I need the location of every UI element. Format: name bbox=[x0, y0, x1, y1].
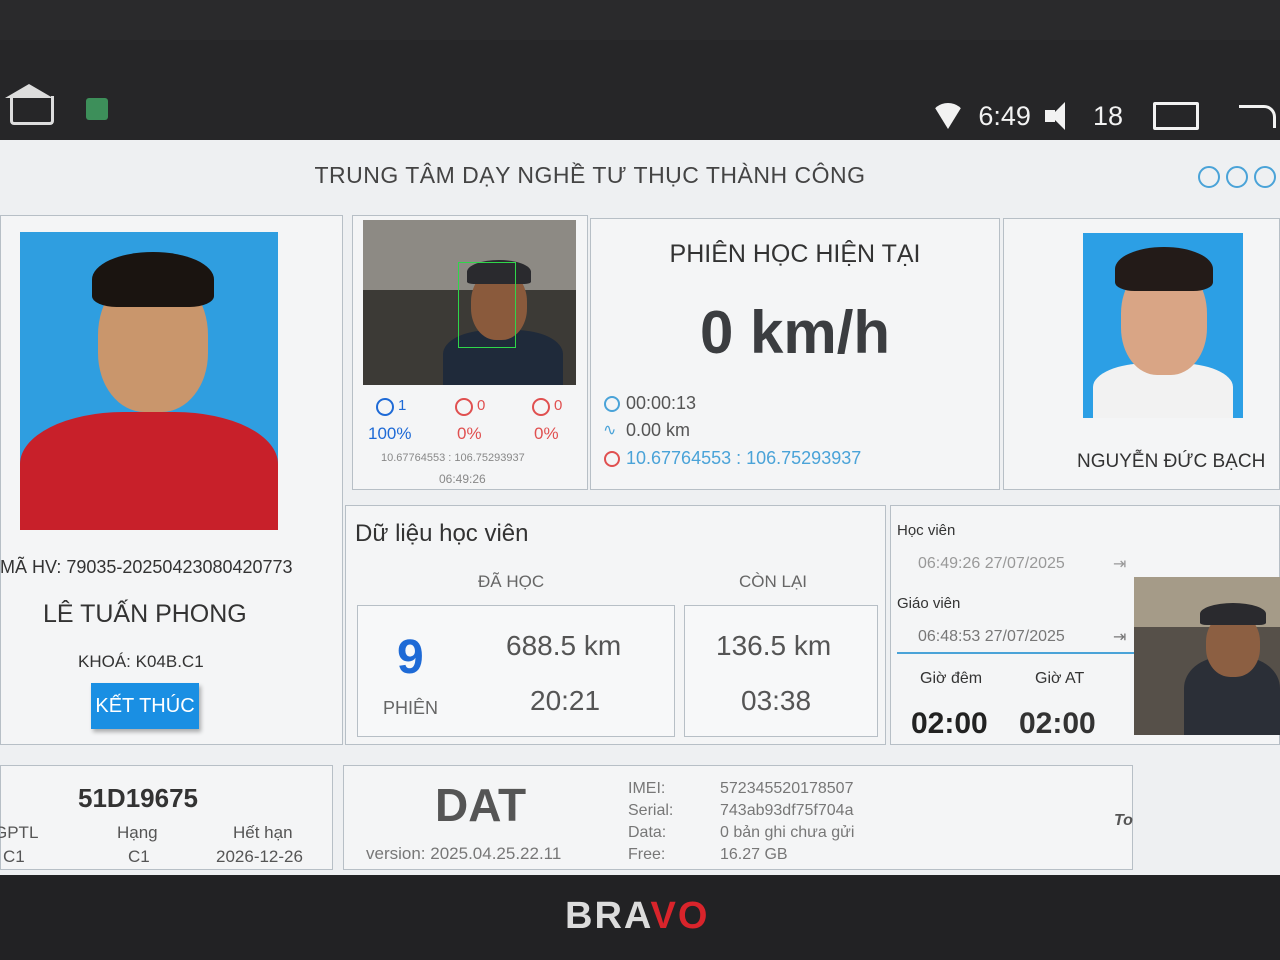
student-login-time: 06:49:26 27/07/2025 bbox=[918, 555, 1065, 572]
speed-readout: 0 km/h bbox=[699, 299, 891, 366]
error-icon bbox=[532, 398, 550, 416]
imei-label: IMEI: bbox=[628, 780, 666, 797]
neutral-face-icon bbox=[455, 398, 473, 416]
gptl-value: C1 bbox=[3, 847, 25, 866]
status-bar: 6:49 18 bbox=[0, 40, 1280, 140]
back-icon[interactable] bbox=[1239, 104, 1276, 128]
smile-icon bbox=[376, 398, 394, 416]
teacher-login-label: Giáo viên bbox=[897, 595, 961, 612]
auto-hours-value: 02:00 bbox=[1019, 707, 1096, 740]
device-brand: DAT bbox=[435, 779, 527, 831]
stat-neutral-pct: 0% bbox=[457, 424, 482, 443]
bezel-brand-logo: BRAVO bbox=[565, 895, 710, 937]
student-id: MÃ HV: 79035-20250423080420773 bbox=[0, 557, 293, 577]
session-distance: 0.00 km bbox=[626, 420, 691, 440]
volume-level: 18 bbox=[1092, 100, 1123, 131]
face-detection-box bbox=[458, 262, 516, 348]
vehicle-plate: 51D19675 bbox=[78, 783, 198, 813]
session-duration: 00:00:13 bbox=[626, 393, 697, 413]
clock-icon bbox=[604, 396, 620, 412]
gptl-label: GPTL bbox=[0, 823, 39, 842]
session-gps: 10.67764553 : 106.75293937 bbox=[626, 448, 862, 468]
night-hours-value: 02:00 bbox=[911, 707, 988, 740]
done-label: ĐÃ HỌC bbox=[478, 572, 545, 591]
imei-value: 572345520178507 bbox=[720, 780, 854, 797]
camera-coords: 10.67764553 : 106.75293937 bbox=[381, 452, 525, 464]
app-screen: TRUNG TÂM DẠY NGHỀ TƯ THỤC THÀNH CÔNG MÃ… bbox=[0, 140, 1280, 875]
status-bar-right: 6:49 18 bbox=[932, 96, 1280, 136]
camera-icon[interactable] bbox=[1254, 166, 1276, 188]
wifi-icon bbox=[932, 103, 965, 129]
remain-km: 136.5 km bbox=[716, 630, 832, 661]
header-icons bbox=[1198, 166, 1276, 188]
student-login-label: Học viên bbox=[897, 522, 956, 539]
serial-value: 743ab93df75f704a bbox=[720, 802, 854, 819]
stat-error-count: 0 bbox=[554, 397, 563, 414]
done-time: 20:21 bbox=[530, 685, 601, 716]
night-hours-label: Giờ đêm bbox=[920, 670, 983, 687]
clock: 6:49 bbox=[978, 100, 1031, 131]
data-label: Data: bbox=[628, 824, 667, 841]
teacher-logout-icon[interactable]: ⇥ bbox=[1113, 627, 1126, 647]
expiry-value: 2026-12-26 bbox=[216, 847, 303, 866]
globe-icon[interactable] bbox=[1226, 166, 1248, 188]
pip-label: To bbox=[1114, 812, 1133, 829]
done-km: 688.5 km bbox=[506, 630, 622, 661]
class-label: Hạng bbox=[117, 823, 158, 842]
device-version: version: 2025.04.25.22.11 bbox=[366, 844, 562, 863]
student-photo bbox=[20, 232, 278, 530]
logout-icon[interactable]: ⇥ bbox=[1113, 554, 1126, 574]
stat-smile-count: 1 bbox=[398, 397, 407, 414]
student-course: KHOÁ: K04B.C1 bbox=[78, 652, 204, 671]
session-count: 9 bbox=[397, 631, 424, 684]
class-value: C1 bbox=[128, 847, 150, 866]
student-name: LÊ TUẤN PHONG bbox=[43, 600, 247, 628]
page-title: TRUNG TÂM DẠY NGHỀ TƯ THỤC THÀNH CÔNG bbox=[314, 162, 866, 188]
session-title: PHIÊN HỌC HIỆN TẠI bbox=[669, 240, 921, 268]
device-bezel-top bbox=[0, 0, 1280, 40]
remain-time: 03:38 bbox=[741, 685, 812, 716]
stat-error-pct: 0% bbox=[534, 424, 559, 443]
session-count-label: PHIÊN bbox=[383, 698, 439, 718]
driver-pip-camera bbox=[1134, 577, 1280, 735]
expiry-label: Hết hạn bbox=[233, 823, 293, 842]
gps-icon bbox=[604, 451, 620, 467]
volume-icon[interactable] bbox=[1044, 102, 1079, 130]
stat-smile-pct: 100% bbox=[368, 424, 412, 443]
auto-hours-label: Giờ AT bbox=[1035, 670, 1085, 687]
app-icon[interactable] bbox=[86, 98, 108, 120]
distance-icon: ∿ bbox=[603, 422, 617, 439]
end-session-button[interactable]: KẾT THÚC bbox=[91, 683, 199, 729]
remain-box bbox=[684, 605, 878, 737]
stat-neutral-count: 0 bbox=[477, 397, 486, 414]
free-label: Free: bbox=[628, 846, 666, 863]
camera-time: 06:49:26 bbox=[439, 472, 486, 486]
location-icon[interactable] bbox=[1198, 166, 1220, 188]
recent-apps-icon[interactable] bbox=[1153, 102, 1199, 130]
free-value: 16.27 GB bbox=[720, 846, 788, 863]
home-icon-body[interactable] bbox=[10, 96, 54, 125]
data-value: 0 bản ghi chưa gửi bbox=[720, 824, 855, 841]
serial-label: Serial: bbox=[628, 802, 674, 819]
remain-label: CÒN LẠI bbox=[739, 572, 808, 591]
student-data-title: Dữ liệu học viên bbox=[355, 520, 529, 547]
teacher-login-time: 06:48:53 27/07/2025 bbox=[918, 628, 1065, 645]
teacher-name: NGUYỄN ĐỨC BẠCH bbox=[1077, 451, 1266, 472]
teacher-photo bbox=[1083, 233, 1243, 418]
